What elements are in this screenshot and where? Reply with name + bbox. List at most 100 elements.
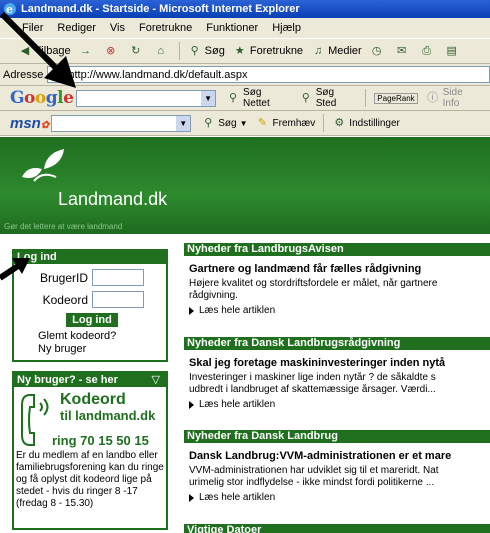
- msn-search-label: Søg: [218, 117, 237, 129]
- annotation-arrow-icon: [0, 12, 76, 88]
- favorites-label: Foretrukne: [249, 45, 304, 57]
- info-icon: ⓘ: [427, 92, 439, 104]
- home-icon: ⌂: [157, 45, 164, 57]
- news-section: Nyheder fra LandbrugsAvisen Gartnere og …: [184, 243, 490, 319]
- search-label: Søg: [204, 45, 225, 57]
- news-heading: Vigtige Datoer: [184, 524, 490, 533]
- search-button[interactable]: ⚲ Søg: [188, 44, 225, 58]
- home-button[interactable]: ⌂: [154, 44, 171, 58]
- news-title[interactable]: Dansk Landbrug:VVM-administrationen er e…: [184, 450, 490, 462]
- news-body-line: Højere kvalitet og stordriftsfordele er …: [189, 278, 438, 289]
- settings-button[interactable]: ⚙ Indstillinger: [332, 116, 400, 130]
- search-icon: ⚲: [190, 45, 199, 57]
- site-header: Landmand.dk Gør det lettere at være land…: [0, 137, 490, 234]
- media-label: Medier: [328, 45, 362, 57]
- stop-button[interactable]: ⊗: [104, 44, 121, 58]
- site-tagline: Gør det lettere at være landmand: [4, 222, 123, 231]
- forward-button[interactable]: →: [79, 44, 96, 58]
- userid-input[interactable]: [92, 269, 144, 286]
- menu-help[interactable]: Hjælp: [272, 22, 301, 34]
- new-user-heading[interactable]: Ny bruger? - se her ▽: [14, 373, 166, 387]
- news-title[interactable]: Skal jeg foretage maskininvesteringer in…: [184, 357, 490, 369]
- phone-promo: Kodeord til landmand.dk ring 70 15 50 15: [14, 387, 166, 450]
- read-more-link[interactable]: Læs hele artiklen: [184, 492, 490, 503]
- kodeord-subtitle: til landmand.dk: [60, 408, 156, 423]
- search-web-label: Søg Nettet: [243, 87, 270, 109]
- page-info-label: Side Info: [442, 87, 463, 109]
- menu-favorites[interactable]: Foretrukne: [139, 22, 192, 34]
- pagerank-indicator[interactable]: PageRank: [374, 92, 418, 104]
- password-input[interactable]: [92, 291, 144, 308]
- triangle-right-icon: [189, 306, 194, 315]
- news-body-line: Investeringer i maskiner lige inden nytå…: [189, 372, 436, 383]
- news-title[interactable]: Gartnere og landmænd får fælles rådgivni…: [184, 263, 490, 275]
- forward-arrow-icon: →: [80, 45, 92, 57]
- address-url: http://www.landmand.dk/default.aspx: [68, 68, 248, 81]
- search-icon: ⚲: [204, 117, 213, 129]
- pagerank-label: PageRank: [377, 93, 415, 103]
- media-button[interactable]: ♫ Medier: [311, 44, 362, 58]
- toolbar-separator: [365, 89, 367, 107]
- password-label: Kodeord: [42, 292, 88, 307]
- msn-search-input[interactable]: ▼: [51, 114, 192, 132]
- refresh-button[interactable]: ↻: [129, 44, 146, 58]
- read-more-link[interactable]: Læs hele artiklen: [184, 305, 490, 316]
- password-row: Kodeord: [14, 291, 166, 308]
- settings-label: Indstillinger: [349, 117, 400, 129]
- news-body-line: VVM-administrationen har udviklet sig ti…: [189, 465, 439, 476]
- news-heading: Nyheder fra Dansk Landbrug: [184, 430, 490, 443]
- news-heading: Nyheder fra Dansk Landbrugsrådgivning: [184, 337, 490, 350]
- media-icon: ♫: [313, 45, 323, 57]
- address-input[interactable]: e http://www.landmand.dk/default.aspx: [47, 66, 490, 83]
- print-icon: ⎙: [422, 45, 432, 57]
- login-button[interactable]: Log ind: [66, 313, 118, 327]
- msn-toolbar: msn✿ ▼ ⚲ Søg ▼ ✎ Fremhæv ⚙ Indstillinger: [0, 111, 490, 136]
- login-heading: Log ind: [14, 251, 166, 264]
- news-section: Nyheder fra Dansk Landbrugsrådgivning Sk…: [184, 337, 490, 415]
- forgot-password-link[interactable]: Glemt kodeord?: [14, 330, 166, 343]
- highlight-button[interactable]: ✎ Fremhæv: [256, 116, 316, 130]
- menu-tools[interactable]: Funktioner: [206, 22, 258, 34]
- history-icon: ◷: [371, 45, 382, 57]
- refresh-icon: ↻: [131, 45, 141, 57]
- toolbar-separator: [178, 42, 180, 60]
- landmand-leaf-logo[interactable]: [20, 147, 80, 187]
- login-box: Log ind BrugerID Kodeord Log ind Glemt k…: [12, 249, 168, 362]
- site-search-icon: ⚲: [301, 92, 310, 104]
- mail-button[interactable]: ✉: [395, 44, 412, 58]
- highlighter-icon: ✎: [257, 117, 268, 129]
- google-search-input[interactable]: ▼: [76, 89, 217, 107]
- edit-icon: ▤: [446, 45, 457, 57]
- msn-search-button[interactable]: ⚲ Søg ▼: [201, 116, 247, 130]
- search-site-label: Søg Sted: [315, 87, 337, 109]
- print-button[interactable]: ⎙: [420, 44, 437, 58]
- highlight-label: Fremhæv: [272, 117, 316, 129]
- news-body-line: udbredt i landbruget af skattemæssige år…: [189, 384, 436, 395]
- chevron-down-icon[interactable]: ▽: [152, 373, 160, 387]
- new-user-link[interactable]: Ny bruger: [14, 343, 166, 356]
- history-button[interactable]: ◷: [370, 44, 387, 58]
- binoculars-icon: ⚲: [229, 92, 238, 104]
- userid-label: BrugerID: [39, 270, 88, 285]
- triangle-right-icon: [189, 400, 194, 409]
- news-section: Vigtige Datoer: [184, 524, 490, 533]
- read-more-link[interactable]: Læs hele artiklen: [184, 399, 490, 410]
- chevron-down-icon[interactable]: ▼: [201, 90, 216, 106]
- kodeord-phone-number: ring 70 15 50 15: [52, 433, 149, 448]
- favorites-button[interactable]: ★ Foretrukne: [233, 44, 303, 58]
- site-name[interactable]: Landmand.dk: [58, 189, 167, 210]
- news-section: Nyheder fra Dansk Landbrug Dansk Landbru…: [184, 430, 490, 508]
- search-site-button[interactable]: ⚲ Søg Sted: [299, 87, 358, 109]
- mail-icon: ✉: [397, 45, 407, 57]
- menu-view[interactable]: Vis: [110, 22, 125, 34]
- triangle-right-icon: [189, 493, 194, 502]
- search-web-button[interactable]: ⚲ Søg Nettet: [226, 87, 291, 109]
- msn-logo[interactable]: msn✿: [10, 115, 49, 132]
- news-body-line: urimelig stor indflydelse - ikke mindst …: [189, 477, 435, 488]
- page-info-button[interactable]: ⓘ Side Info: [426, 87, 482, 109]
- favorites-icon: ★: [234, 45, 245, 57]
- chevron-down-icon[interactable]: ▼: [176, 115, 191, 131]
- settings-icon: ⚙: [334, 117, 345, 129]
- edit-button[interactable]: ▤: [445, 44, 462, 58]
- kodeord-title: Kodeord: [60, 391, 126, 408]
